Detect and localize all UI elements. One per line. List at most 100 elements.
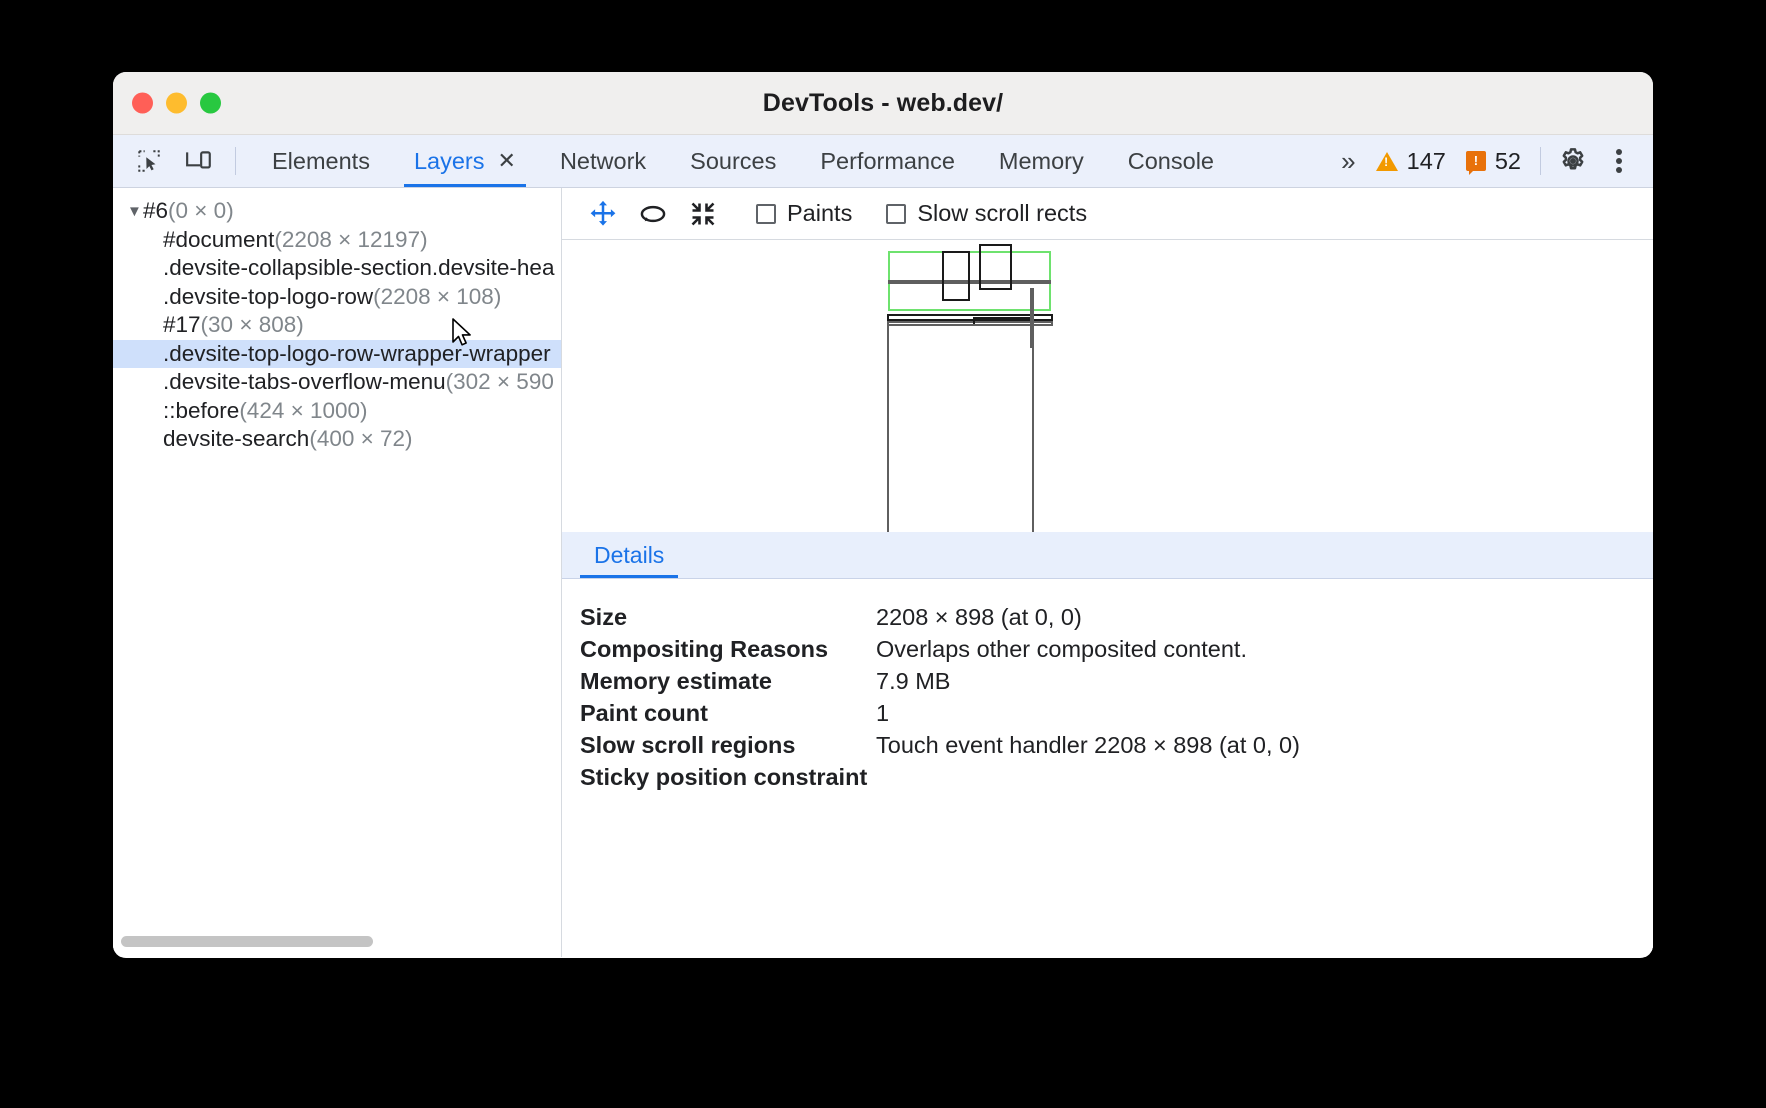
close-window-button[interactable]	[132, 93, 153, 114]
toolbar-divider	[235, 147, 236, 175]
detail-row-size: Size 2208 × 898 (at 0, 0)	[580, 601, 1653, 633]
devtools-tabbar: Elements Layers ✕ Network Sources Perfor…	[113, 135, 1653, 188]
tab-sources[interactable]: Sources	[668, 135, 798, 187]
twisty-icon[interactable]: ▼	[127, 198, 143, 227]
devtools-body: ▼#6(0 × 0) #document(2208 × 12197) .devs…	[113, 188, 1653, 957]
error-count: 52	[1495, 148, 1521, 175]
errors-badge[interactable]: 52	[1457, 148, 1530, 175]
detail-label: Slow scroll regions	[580, 732, 876, 759]
layer-dims: (2208 × 12197)	[274, 227, 427, 252]
tab-label: Network	[560, 148, 646, 175]
window-titlebar: DevTools - web.dev/	[113, 72, 1653, 135]
warning-count: 147	[1407, 148, 1446, 175]
rotate-icon[interactable]	[630, 194, 676, 234]
layer-3d-canvas[interactable]	[562, 240, 1653, 532]
layer-name: .devsite-collapsible-section.devsite-hea	[163, 255, 554, 280]
layer-tree: ▼#6(0 × 0) #document(2208 × 12197) .devs…	[113, 188, 561, 454]
layer-dims: (2208 × 108)	[373, 284, 501, 309]
layer-name: #document	[163, 227, 274, 252]
tab-label: Console	[1128, 148, 1214, 175]
tab-elements[interactable]: Elements	[250, 135, 392, 187]
layer-name: .devsite-tabs-overflow-menu	[163, 369, 446, 394]
screen: DevTools - web.dev/	[0, 0, 1766, 1108]
detail-label: Paint count	[580, 700, 876, 727]
horizontal-scrollbar[interactable]	[121, 936, 373, 947]
layer-name: ::before	[163, 398, 239, 423]
tab-details[interactable]: Details	[580, 532, 678, 578]
tab-memory[interactable]: Memory	[977, 135, 1106, 187]
layer-view-toolbar: Paints Slow scroll rects	[562, 188, 1653, 240]
detail-value: Overlaps other composited content.	[876, 636, 1247, 663]
panel-tabs: Elements Layers ✕ Network Sources Perfor…	[250, 135, 1236, 187]
detail-value: 2208 × 898 (at 0, 0)	[876, 604, 1082, 631]
gear-icon[interactable]	[1551, 141, 1595, 181]
slow-scroll-rects-checkbox[interactable]	[886, 204, 906, 224]
details-body: Size 2208 × 898 (at 0, 0) Compositing Re…	[562, 579, 1653, 957]
layer-view-pane: Paints Slow scroll rects	[562, 188, 1653, 957]
minimize-window-button[interactable]	[166, 93, 187, 114]
details-tab-label: Details	[594, 542, 664, 569]
close-icon[interactable]: ✕	[498, 150, 516, 172]
layer-tree-row[interactable]: #17(30 × 808)	[113, 311, 561, 340]
inspect-element-icon[interactable]	[127, 141, 171, 181]
details-tabbar: Details	[562, 532, 1653, 579]
layer-dims: (302 × 590	[446, 369, 554, 394]
layer-rect-small-b[interactable]	[979, 244, 1012, 290]
pan-move-icon[interactable]	[580, 194, 626, 234]
detail-label: Compositing Reasons	[580, 636, 876, 663]
slow-scroll-rects-label: Slow scroll rects	[917, 200, 1087, 227]
slow-scroll-rects-checkbox-group[interactable]: Slow scroll rects	[886, 200, 1087, 227]
tabbar-left-tools	[113, 135, 244, 187]
warning-icon	[1376, 152, 1398, 171]
device-toolbar-icon[interactable]	[177, 141, 221, 181]
tab-network[interactable]: Network	[538, 135, 668, 187]
tabbar-right-tools: » 147 52	[1329, 135, 1653, 187]
maximize-window-button[interactable]	[200, 93, 221, 114]
layer-rect-document[interactable]	[887, 324, 1034, 532]
layer-name: devsite-search	[163, 426, 309, 451]
tab-performance[interactable]: Performance	[798, 135, 977, 187]
window-traffic-lights	[132, 93, 221, 114]
layer-tree-row[interactable]: #document(2208 × 12197)	[113, 226, 561, 255]
paints-checkbox[interactable]	[756, 204, 776, 224]
detail-row-sticky-position-constraint: Sticky position constraint	[580, 761, 1653, 793]
detail-row-slow-scroll-regions: Slow scroll regions Touch event handler …	[580, 729, 1653, 761]
warnings-badge[interactable]: 147	[1367, 148, 1455, 175]
layer-dims: (30 × 808)	[201, 312, 304, 337]
layer-name: #17	[163, 312, 201, 337]
kebab-menu-icon[interactable]	[1597, 141, 1641, 181]
layer-rect-edge	[1030, 288, 1034, 348]
layer-dims: (0 × 0)	[168, 198, 234, 223]
window-title: DevTools - web.dev/	[113, 89, 1653, 118]
detail-label: Size	[580, 604, 876, 631]
tab-label: Memory	[999, 148, 1084, 175]
layer-dims: (424 × 1000)	[239, 398, 367, 423]
reset-view-icon[interactable]	[680, 194, 726, 234]
tab-label: Elements	[272, 148, 370, 175]
more-tabs-icon[interactable]: »	[1329, 146, 1364, 177]
layer-tree-row[interactable]: ▼#6(0 × 0)	[113, 197, 561, 226]
toolbar-divider-right	[1540, 147, 1541, 175]
layer-tree-row[interactable]: .devsite-tabs-overflow-menu(302 × 590	[113, 368, 561, 397]
tab-label: Layers	[414, 148, 485, 175]
layer-name: #6	[143, 198, 168, 223]
detail-label: Memory estimate	[580, 668, 876, 695]
detail-row-memory-estimate: Memory estimate 7.9 MB	[580, 665, 1653, 697]
layer-name: .devsite-top-logo-row	[163, 284, 373, 309]
tab-console[interactable]: Console	[1106, 135, 1236, 187]
layer-tree-row[interactable]: devsite-search(400 × 72)	[113, 425, 561, 454]
layer-tree-row[interactable]: .devsite-collapsible-section.devsite-hea	[113, 254, 561, 283]
paints-label: Paints	[787, 200, 852, 227]
detail-value: 7.9 MB	[876, 668, 950, 695]
layer-name: .devsite-top-logo-row-wrapper-wrapper	[163, 341, 551, 366]
tab-layers[interactable]: Layers ✕	[392, 135, 538, 187]
layer-tree-row[interactable]: .devsite-top-logo-row(2208 × 108)	[113, 283, 561, 312]
layer-tree-row[interactable]: ::before(424 × 1000)	[113, 397, 561, 426]
layer-rect-small-a[interactable]	[942, 251, 970, 301]
detail-value: 1	[876, 700, 889, 727]
layer-tree-row-selected[interactable]: .devsite-top-logo-row-wrapper-wrapper	[113, 340, 561, 369]
detail-value: Touch event handler 2208 × 898 (at 0, 0)	[876, 732, 1300, 759]
devtools-window: DevTools - web.dev/	[113, 72, 1653, 958]
tab-label: Performance	[820, 148, 955, 175]
paints-checkbox-group[interactable]: Paints	[756, 200, 852, 227]
